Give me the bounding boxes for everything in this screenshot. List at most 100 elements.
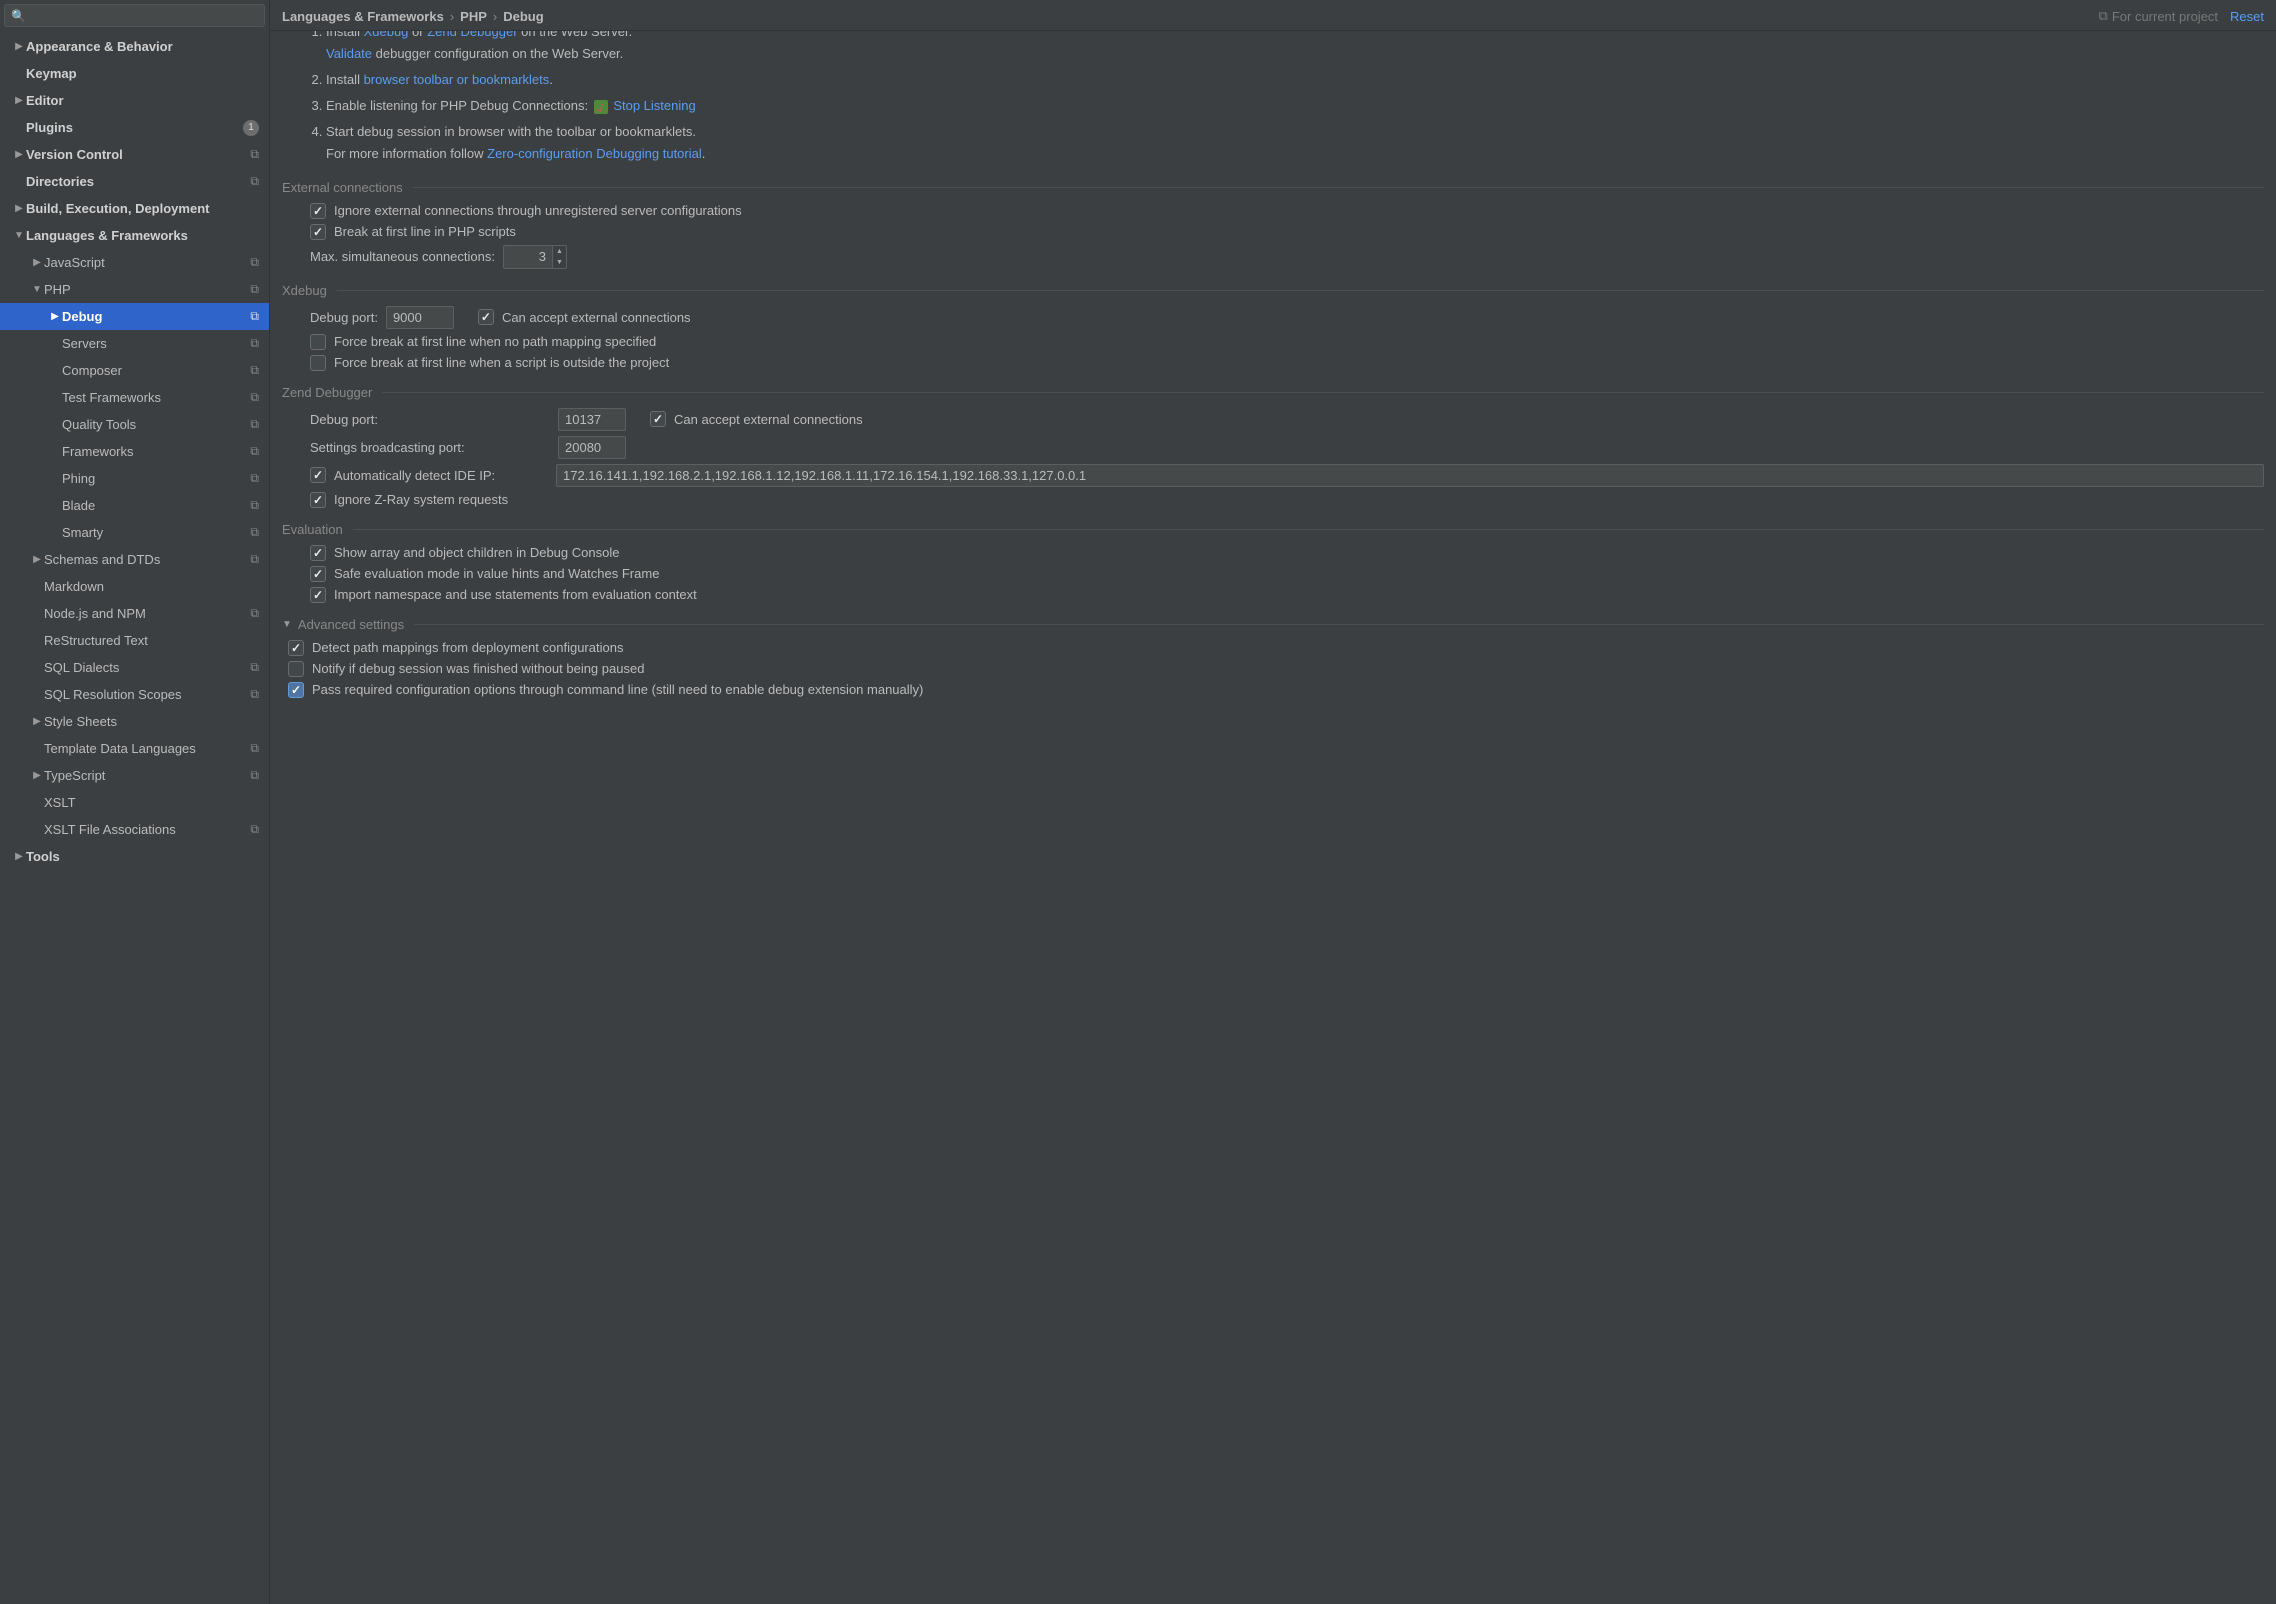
scope-icon: ⧉ [250,174,259,189]
breadcrumb-item[interactable]: PHP [460,9,487,24]
sidebar-item-appearance-behavior[interactable]: ▶Appearance & Behavior [0,33,269,60]
sidebar-item-xslt[interactable]: XSLT [0,789,269,816]
xdebug-force2-checkbox[interactable] [310,355,326,371]
sidebar-item-javascript[interactable]: ▶JavaScript⧉ [0,249,269,276]
zend-accept-checkbox[interactable] [650,411,666,427]
sidebar-item-label: Directories [26,174,250,189]
scope-icon: ⧉ [250,282,259,297]
tree-arrow-icon: ▶ [30,716,44,727]
reset-link[interactable]: Reset [2230,9,2264,24]
sidebar-item-quality-tools[interactable]: Quality Tools⧉ [0,411,269,438]
sidebar-item-label: Debug [62,309,250,324]
validate-link[interactable]: Validate [326,46,372,61]
adv-pass-checkbox[interactable] [288,682,304,698]
scope-hint: ⧉ For current project [2099,8,2219,24]
sidebar-item-label: Phing [62,471,250,486]
sidebar-item-frameworks[interactable]: Frameworks⧉ [0,438,269,465]
sidebar-item-plugins[interactable]: Plugins1 [0,114,269,141]
sidebar-item-version-control[interactable]: ▶Version Control⧉ [0,141,269,168]
breadcrumb-item[interactable]: Debug [503,9,543,24]
zend-ips-input[interactable] [556,464,2264,487]
search-input[interactable] [30,8,258,23]
xdebug-port-input[interactable] [386,306,454,329]
eval-safe-checkbox[interactable] [310,566,326,582]
search-box[interactable]: 🔍 [4,4,265,27]
sidebar-item-test-frameworks[interactable]: Test Frameworks⧉ [0,384,269,411]
max-conn-label: Max. simultaneous connections: [310,249,495,264]
sidebar-item-label: XSLT [44,795,263,810]
eval-import-checkbox[interactable] [310,587,326,603]
sidebar-item-schemas-and-dtds[interactable]: ▶Schemas and DTDs⧉ [0,546,269,573]
sidebar-item-markdown[interactable]: Markdown [0,573,269,600]
adv-notify-checkbox[interactable] [288,661,304,677]
sidebar-item-php[interactable]: ▼PHP⧉ [0,276,269,303]
bookmarklets-link[interactable]: browser toolbar or bookmarklets [364,72,550,87]
scope-icon: ⧉ [250,660,259,675]
sidebar-item-sql-dialects[interactable]: SQL Dialects⧉ [0,654,269,681]
xdebug-link[interactable]: Xdebug [364,31,409,39]
sidebar-item-tools[interactable]: ▶Tools [0,843,269,870]
sidebar-item-build-execution-deployment[interactable]: ▶Build, Execution, Deployment [0,195,269,222]
sidebar-item-label: Node.js and NPM [44,606,250,621]
sidebar-item-directories[interactable]: Directories⧉ [0,168,269,195]
sidebar-item-blade[interactable]: Blade⧉ [0,492,269,519]
tree-arrow-icon: ▶ [30,554,44,565]
sidebar-item-label: Languages & Frameworks [26,228,263,243]
sidebar-item-debug[interactable]: ▶Debug⧉ [0,303,269,330]
xdebug-accept-checkbox[interactable] [478,309,494,325]
zend-broadcast-input[interactable] [558,436,626,459]
tree-arrow-icon: ▶ [30,770,44,781]
zend-link[interactable]: Zend Debugger [427,31,517,39]
sidebar-item-servers[interactable]: Servers⧉ [0,330,269,357]
sidebar-item-style-sheets[interactable]: ▶Style Sheets [0,708,269,735]
sidebar-item-languages-frameworks[interactable]: ▼Languages & Frameworks [0,222,269,249]
zend-broadcast-label: Settings broadcasting port: [310,440,550,455]
sidebar-item-sql-resolution-scopes[interactable]: SQL Resolution Scopes⧉ [0,681,269,708]
step-4: Start debug session in browser with the … [326,121,2264,165]
zero-config-link[interactable]: Zero-configuration Debugging tutorial [487,146,702,161]
zend-zray-label: Ignore Z-Ray system requests [334,492,508,507]
break-first-line-label: Break at first line in PHP scripts [334,224,516,239]
tree-arrow-icon: ▶ [48,311,62,322]
step-2: Install browser toolbar or bookmarklets. [326,69,2264,91]
scope-hint-label: For current project [2112,9,2218,24]
max-conn-spinner[interactable]: ▲▼ [553,245,567,269]
sidebar-item-label: Editor [26,93,263,108]
zend-port-input[interactable] [558,408,626,431]
eval-safe-label: Safe evaluation mode in value hints and … [334,566,659,581]
sidebar-item-editor[interactable]: ▶Editor [0,87,269,114]
breadcrumb-sep: › [493,9,497,24]
sidebar-item-label: Version Control [26,147,250,162]
sidebar-item-template-data-languages[interactable]: Template Data Languages⧉ [0,735,269,762]
adv-detect-checkbox[interactable] [288,640,304,656]
sidebar-item-label: PHP [44,282,250,297]
sidebar-item-label: Blade [62,498,250,513]
max-conn-input[interactable] [503,245,553,269]
eval-children-checkbox[interactable] [310,545,326,561]
zend-zray-checkbox[interactable] [310,492,326,508]
eval-import-label: Import namespace and use statements from… [334,587,697,602]
sidebar-item-phing[interactable]: Phing⧉ [0,465,269,492]
adv-detect-label: Detect path mappings from deployment con… [312,640,623,655]
scope-icon: ⧉ [250,498,259,513]
ignore-external-checkbox[interactable] [310,203,326,219]
sidebar-item-keymap[interactable]: Keymap [0,60,269,87]
sidebar-item-typescript[interactable]: ▶TypeScript⧉ [0,762,269,789]
sidebar-item-smarty[interactable]: Smarty⧉ [0,519,269,546]
sidebar-item-label: Frameworks [62,444,250,459]
sidebar-item-xslt-file-associations[interactable]: XSLT File Associations⧉ [0,816,269,843]
sidebar-item-label: Quality Tools [62,417,250,432]
sidebar-item-label: Build, Execution, Deployment [26,201,263,216]
sidebar-item-composer[interactable]: Composer⧉ [0,357,269,384]
sidebar-item-restructured-text[interactable]: ReStructured Text [0,627,269,654]
xdebug-force1-checkbox[interactable] [310,334,326,350]
search-icon: 🔍 [11,9,26,23]
sidebar-item-node-js-and-npm[interactable]: Node.js and NPM⧉ [0,600,269,627]
break-first-line-checkbox[interactable] [310,224,326,240]
group-evaluation: Evaluation [282,522,2264,537]
listen-icon [594,100,608,114]
advanced-twisty[interactable]: ▼ [282,619,292,630]
stop-listening-link[interactable]: Stop Listening [613,98,695,113]
zend-autoip-checkbox[interactable] [310,467,326,483]
breadcrumb-item[interactable]: Languages & Frameworks [282,9,444,24]
